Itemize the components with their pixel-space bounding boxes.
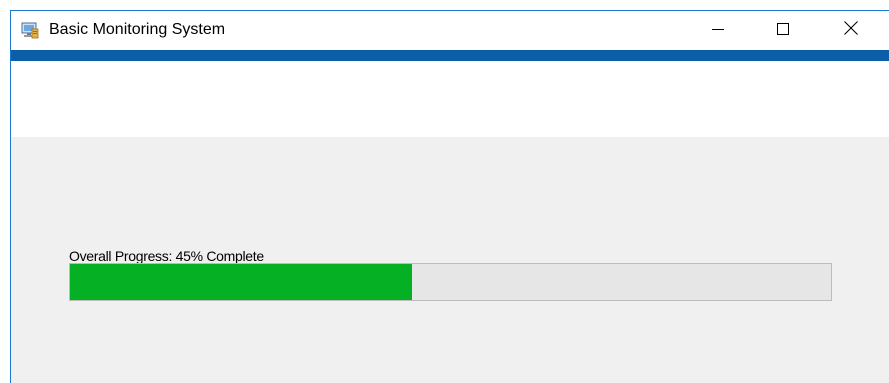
header-panel	[11, 61, 889, 137]
minimize-button[interactable]	[695, 11, 741, 50]
minimize-icon	[712, 22, 724, 40]
monitoring-app-icon[interactable]	[20, 20, 40, 40]
window-title: Basic Monitoring System	[49, 21, 226, 38]
maximize-button[interactable]	[760, 11, 806, 50]
app-window: Basic Monitoring System Overall Progress…	[10, 10, 889, 383]
title-bar[interactable]: Basic Monitoring System	[11, 11, 889, 50]
content-area: Overall Progress: 45% Complete	[11, 137, 889, 383]
maximize-icon	[777, 22, 789, 40]
close-icon	[844, 21, 858, 40]
close-button[interactable]	[828, 11, 874, 50]
overall-progress-bar	[69, 263, 832, 301]
accent-strip	[11, 50, 889, 61]
progress-bar-fill	[70, 264, 413, 300]
